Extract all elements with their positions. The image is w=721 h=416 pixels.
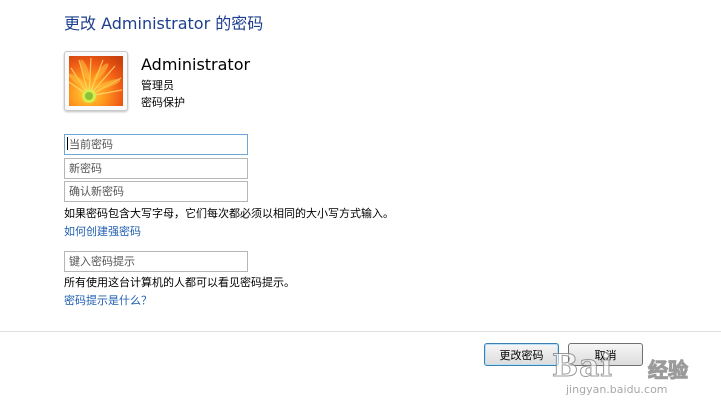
watermark-url: jingyan.baidu.com <box>566 383 668 396</box>
confirm-password-field[interactable] <box>64 181 248 202</box>
hint-help-link[interactable]: 密码提示是什么？ <box>64 292 152 308</box>
user-role: 管理员 <box>141 79 174 92</box>
hint-visibility-notice: 所有使用这台计算机的人都可以看见密码提示。 <box>64 276 295 289</box>
watermark-logo-sub: 经验 <box>648 358 689 383</box>
baidu-jingyan-watermark: Bai 经验 jingyan.baidu.com <box>551 348 720 414</box>
watermark-logo: Bai <box>551 348 614 385</box>
text-cursor <box>67 137 68 150</box>
current-password-field[interactable] <box>64 134 248 155</box>
flower-avatar-icon <box>69 56 123 106</box>
case-sensitivity-notice: 如果密码包含大写字母，它们每次都必须以相同的大小写方式输入。 <box>64 207 394 220</box>
page-title: 更改 Administrator 的密码 <box>64 14 264 33</box>
change-password-button[interactable]: 更改密码 <box>484 343 559 366</box>
user-avatar <box>64 51 128 111</box>
new-password-field[interactable] <box>64 158 248 179</box>
strong-password-link[interactable]: 如何创建强密码 <box>64 223 141 239</box>
password-hint-field[interactable] <box>64 251 248 272</box>
user-name: Administrator <box>141 55 251 74</box>
footer-divider <box>0 331 721 332</box>
user-password-status: 密码保护 <box>141 96 185 109</box>
